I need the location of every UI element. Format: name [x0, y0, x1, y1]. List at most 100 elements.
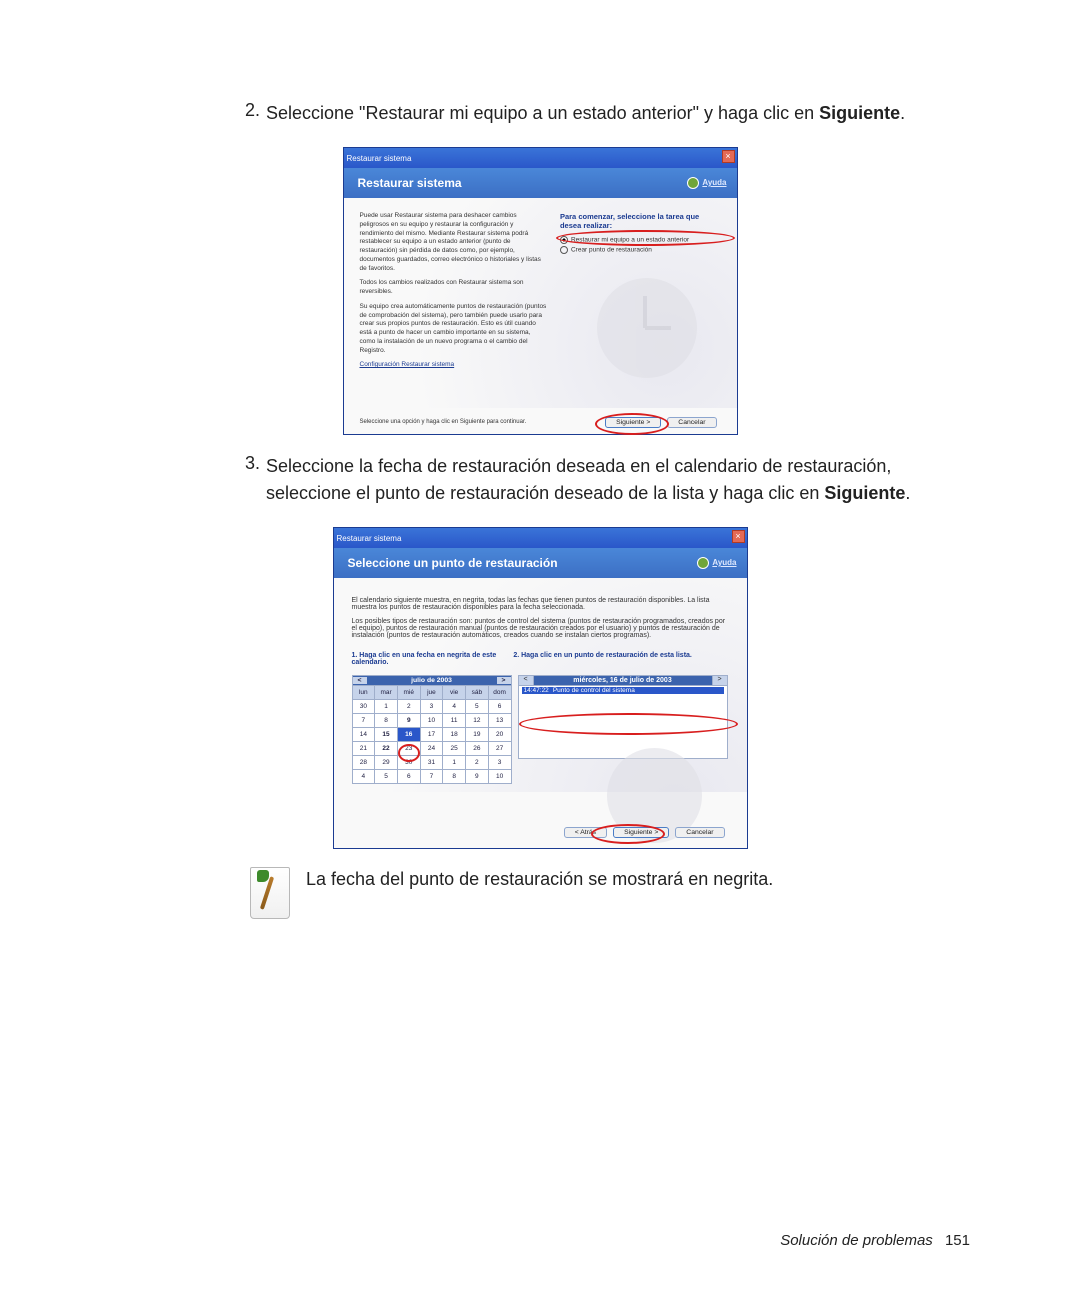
help-icon [687, 177, 699, 189]
ss1-p3: Su equipo crea automáticamente puntos de… [360, 303, 548, 356]
ss2-titlebar: Restaurar sistema × [333, 527, 748, 548]
config-link[interactable]: Configuración Restaurar sistema [360, 361, 548, 370]
ss1-content: Puede usar Restaurar sistema para deshac… [344, 198, 737, 408]
ss2-help-link[interactable]: Ayuda [697, 557, 736, 569]
note: La fecha del punto de restauración se mo… [250, 867, 980, 919]
cal-day[interactable]: 16 [397, 728, 420, 742]
cal-day[interactable]: 5 [465, 700, 488, 714]
step-3-number: 3. [230, 453, 260, 507]
cal-day[interactable]: 24 [420, 742, 443, 756]
cal-day[interactable]: 19 [465, 728, 488, 742]
annotation-circle [398, 744, 420, 762]
cal-day[interactable]: 5 [375, 770, 398, 784]
ss1-titlebar: Restaurar sistema × [343, 147, 738, 168]
ss2-p1: El calendario siguiente muestra, en negr… [352, 597, 729, 611]
calendar[interactable]: < julio de 2003 > lunmarmiéjueviesábdom3… [352, 675, 512, 784]
radio-dot-icon [560, 246, 568, 254]
cal-day[interactable]: 31 [420, 756, 443, 770]
cal-prev-icon[interactable]: < [353, 677, 367, 684]
cal-day[interactable]: 7 [420, 770, 443, 784]
cal-day[interactable]: 7 [352, 714, 375, 728]
cal-day[interactable]: 30 [352, 700, 375, 714]
step-3-post: . [905, 483, 910, 503]
cal-day[interactable]: 28 [352, 756, 375, 770]
cal-day[interactable]: 3 [420, 700, 443, 714]
step-3-text: Seleccione la fecha de restauración dese… [266, 453, 980, 507]
cal-day[interactable]: 13 [488, 714, 511, 728]
cal-day[interactable]: 20 [488, 728, 511, 742]
cal-day[interactable]: 22 [375, 742, 398, 756]
ss1-help-text: Ayuda [702, 178, 726, 187]
cal-day[interactable]: 1 [443, 756, 466, 770]
cal-day[interactable]: 17 [420, 728, 443, 742]
cal-day[interactable]: 26 [465, 742, 488, 756]
footer-page-number: 151 [945, 1232, 970, 1249]
step-2-text: Seleccione "Restaurar mi equipo a un est… [266, 100, 905, 127]
cal-day[interactable]: 29 [375, 756, 398, 770]
ss1-help-link[interactable]: Ayuda [687, 177, 726, 189]
ss1-banner-title: Restaurar sistema [358, 176, 462, 190]
cal-day[interactable]: 6 [488, 700, 511, 714]
close-icon[interactable]: × [722, 150, 735, 163]
list-item[interactable]: 14:47:22 Punto de control del sistema [522, 687, 724, 694]
ss2-help-text: Ayuda [712, 558, 736, 567]
ss2-window-title: Restaurar sistema [337, 534, 402, 543]
cal-day[interactable]: 11 [443, 714, 466, 728]
cal-next-icon[interactable]: > [497, 677, 511, 684]
cal-day[interactable]: 25 [443, 742, 466, 756]
close-icon[interactable]: × [732, 530, 745, 543]
list-next-icon[interactable]: > [712, 675, 728, 686]
step-2: 2. Seleccione "Restaurar mi equipo a un … [230, 100, 980, 127]
ss2-banner: Seleccione un punto de restauración Ayud… [334, 548, 747, 578]
step-3: 3. Seleccione la fecha de restauración d… [230, 453, 980, 507]
cal-day[interactable]: 4 [352, 770, 375, 784]
cal-day[interactable]: 21 [352, 742, 375, 756]
ss1-body: Restaurar sistema Ayuda Puede usar Resta… [343, 168, 738, 435]
list-date-header: miércoles, 16 de julio de 2003 [534, 675, 712, 686]
cal-day[interactable]: 2 [465, 756, 488, 770]
cal-day[interactable]: 10 [420, 714, 443, 728]
cal-day[interactable]: 8 [375, 714, 398, 728]
ss2-content: El calendario siguiente muestra, en negr… [334, 578, 747, 792]
cancel-button[interactable]: Cancelar [675, 827, 724, 838]
cal-day[interactable]: 4 [443, 700, 466, 714]
annotation-circle [556, 230, 735, 246]
cal-day[interactable]: 1 [375, 700, 398, 714]
cal-day[interactable]: 15 [375, 728, 398, 742]
annotation-circle [591, 824, 665, 844]
cal-day-header: dom [488, 686, 511, 700]
restore-point-label: Punto de control del sistema [553, 687, 635, 694]
page-footer: Solución de problemas 151 [780, 1232, 970, 1249]
annotation-circle [519, 713, 738, 735]
step-2-bold: Siguiente [819, 103, 900, 123]
ss1-p2: Todos los cambios realizados con Restaur… [360, 279, 548, 297]
cancel-button[interactable]: Cancelar [667, 417, 716, 428]
note-text: La fecha del punto de restauración se mo… [306, 867, 773, 890]
cal-day-header: sáb [465, 686, 488, 700]
ss1-p1: Puede usar Restaurar sistema para deshac… [360, 212, 548, 273]
radio-create-label: Crear punto de restauración [571, 247, 652, 254]
restore-point-time: 14:47:22 [524, 687, 549, 694]
step-2-pre: Seleccione "Restaurar mi equipo a un est… [266, 103, 819, 123]
ss1-description: Puede usar Restaurar sistema para deshac… [360, 212, 548, 402]
cal-day[interactable]: 14 [352, 728, 375, 742]
ss2-p2: Los posibles tipos de restauración son: … [352, 618, 729, 639]
ss1-banner: Restaurar sistema Ayuda [344, 168, 737, 198]
cal-day[interactable]: 2 [397, 700, 420, 714]
cal-day-header: vie [443, 686, 466, 700]
ss2-banner-title: Seleccione un punto de restauración [348, 556, 558, 570]
cal-day[interactable]: 8 [443, 770, 466, 784]
cal-day[interactable]: 18 [443, 728, 466, 742]
ss1-task-pane: Para comenzar, seleccione la tarea que d… [548, 212, 721, 402]
cal-day[interactable]: 9 [397, 714, 420, 728]
cal-day[interactable]: 9 [465, 770, 488, 784]
radio-create[interactable]: Crear punto de restauración [560, 246, 721, 254]
cal-day[interactable]: 3 [488, 756, 511, 770]
cal-day[interactable]: 10 [488, 770, 511, 784]
ss2-body: Seleccione un punto de restauración Ayud… [333, 548, 748, 849]
cal-day[interactable]: 6 [397, 770, 420, 784]
cal-day-header: jue [420, 686, 443, 700]
cal-day[interactable]: 12 [465, 714, 488, 728]
list-prev-icon[interactable]: < [518, 675, 534, 686]
cal-day[interactable]: 27 [488, 742, 511, 756]
